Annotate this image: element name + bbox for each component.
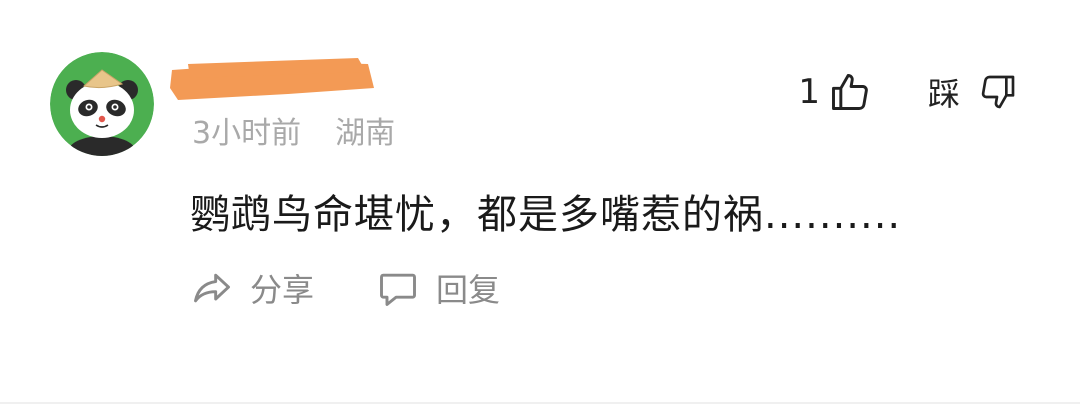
share-icon [190,266,234,310]
reply-label: 回复 [436,271,501,309]
share-button[interactable]: 分享 [190,265,314,311]
dislike-label: 踩 [928,75,961,113]
thumbs-up-icon [828,70,872,114]
username-redaction [170,58,374,100]
panda-avatar-icon [50,52,154,156]
comment-text: 鹦鹉鸟命堪忧，都是多嘴惹的祸.......... [190,192,902,238]
dislike-button[interactable]: 踩 [928,68,1018,116]
share-label: 分享 [250,271,315,309]
comment-time: 3小时前 [192,116,302,151]
avatar[interactable] [50,52,154,156]
comment-location: 湖南 [335,116,396,151]
comment-card: 3小时前湖南 1 踩 鹦鹉鸟命堪忧，都是多嘴惹的祸.......... 分享 [0,0,1080,404]
like-count: 1 [798,72,820,112]
thumbs-down-icon [978,72,1018,112]
comment-meta: 3小时前 湖南 [192,108,395,152]
reply-bubble-icon [376,266,420,310]
comment-actions: 分享 回复 [190,264,500,312]
reply-button[interactable]: 回复 [376,265,500,311]
like-button[interactable]: 1 [798,68,872,116]
